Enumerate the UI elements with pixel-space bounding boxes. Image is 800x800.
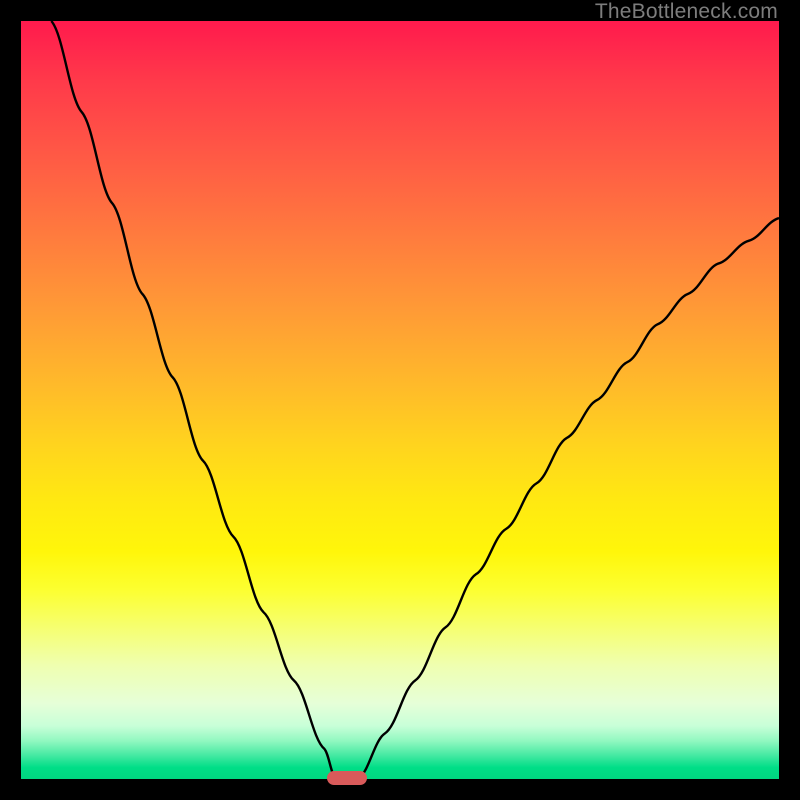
chart-frame: TheBottleneck.com [0,0,800,800]
bottleneck-marker [327,771,367,785]
bottleneck-curve [21,21,779,779]
curve-right-branch [358,218,779,779]
chart-plot-area [21,21,779,779]
curve-left-branch [51,21,335,779]
watermark-label: TheBottleneck.com [595,0,778,24]
